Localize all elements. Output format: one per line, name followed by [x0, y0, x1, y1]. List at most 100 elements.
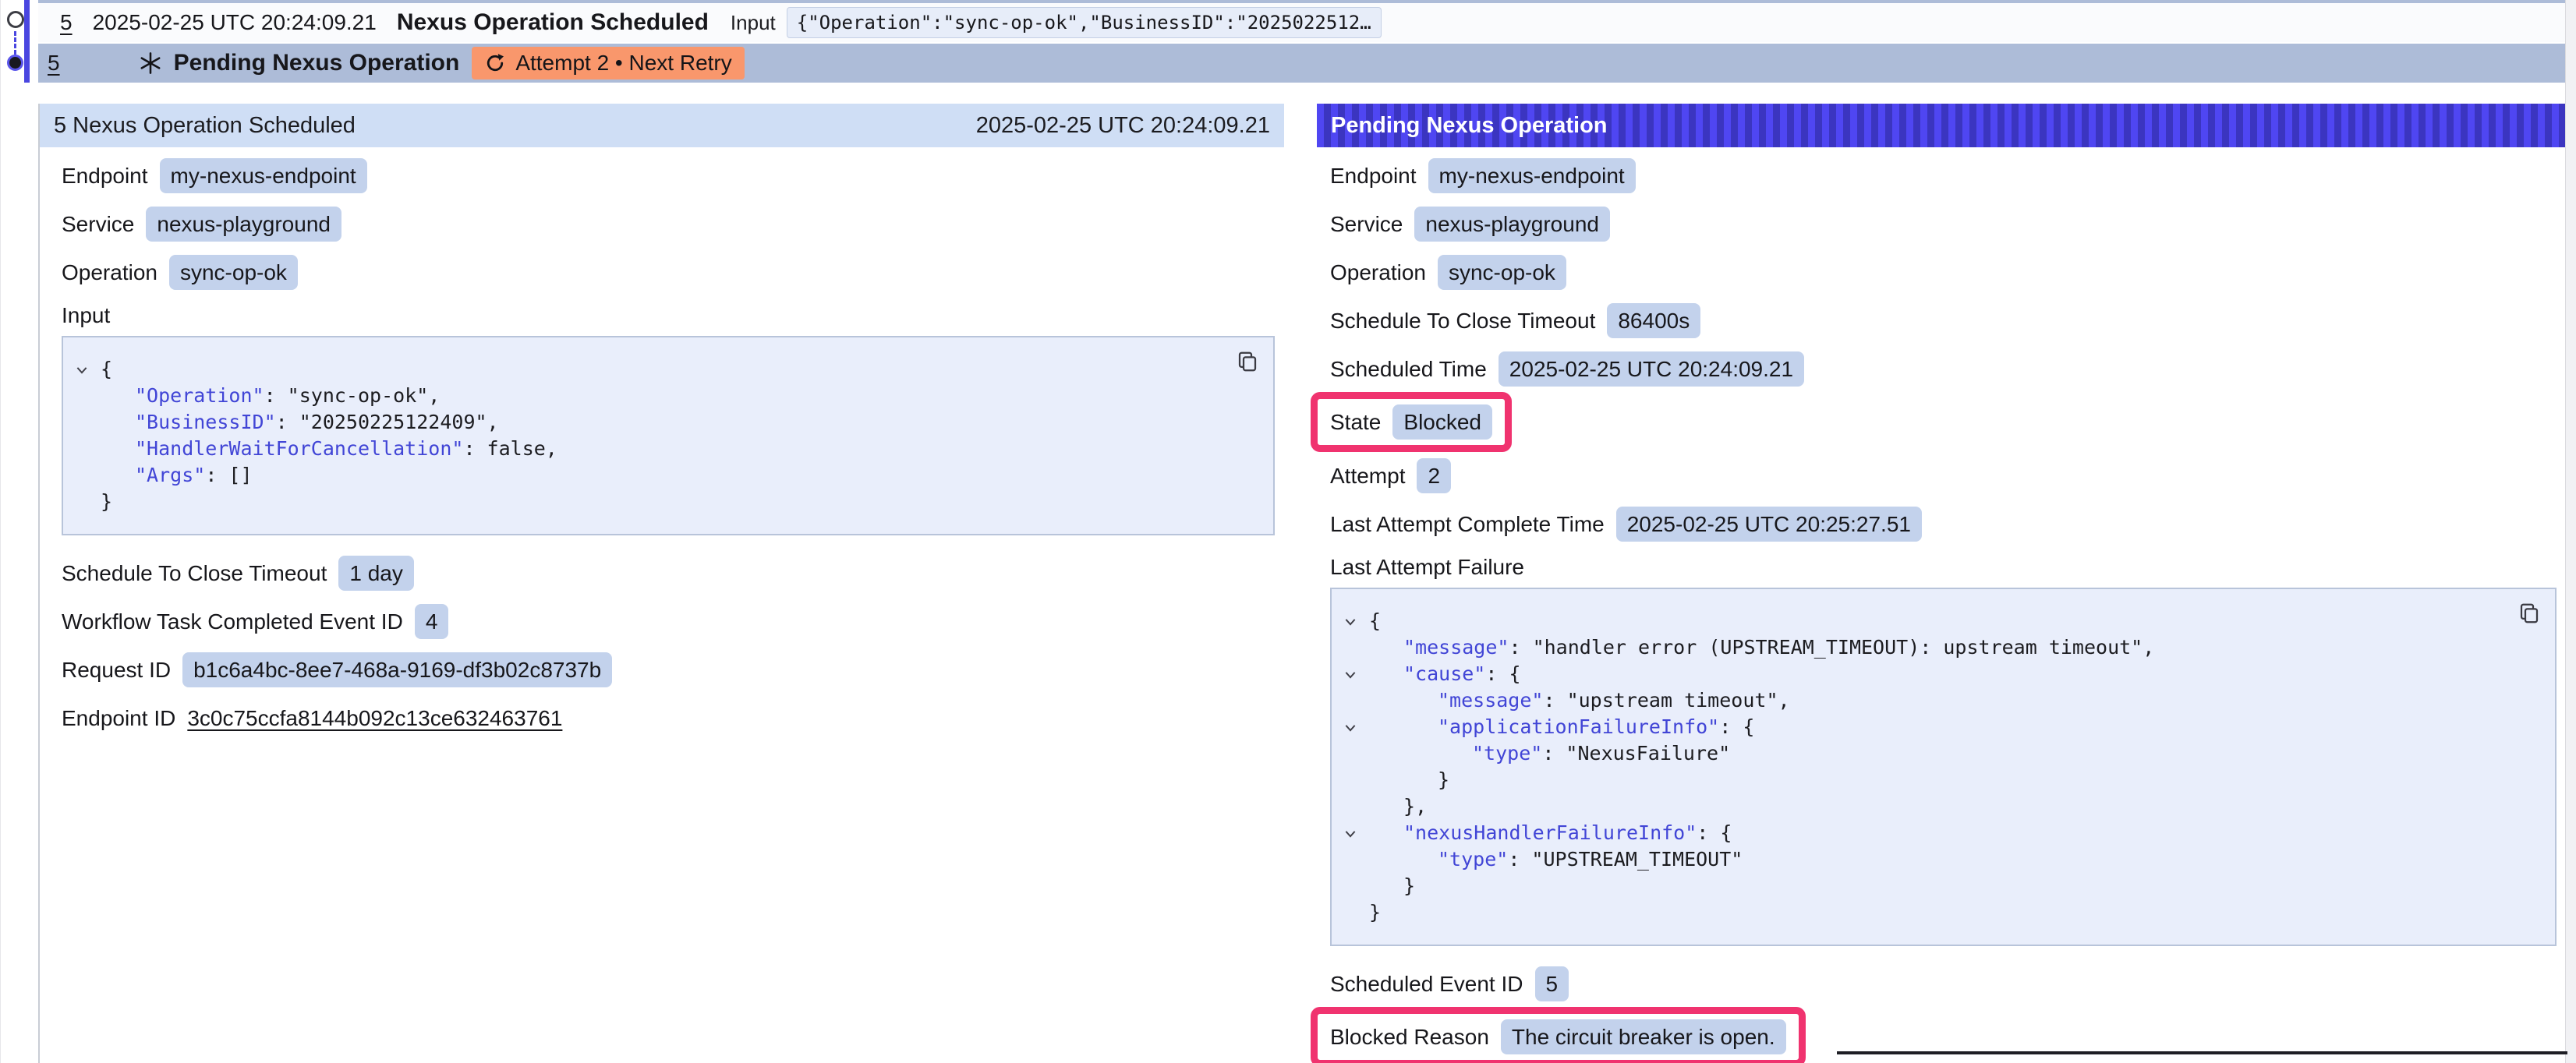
json-text: {: [101, 356, 112, 383]
field-row-endpoint: Endpointmy-nexus-endpoint: [62, 158, 1275, 193]
field-value-badge: The circuit breaker is open.: [1501, 1019, 1786, 1054]
retry-status-badge: Attempt 2 • Next Retry: [472, 47, 744, 79]
code-gutter: [1332, 767, 1369, 773]
field-row-attempt: Attempt2: [1330, 458, 2557, 493]
asterisk-icon: [138, 51, 163, 76]
field-label: Operation: [62, 260, 157, 285]
event-id-link[interactable]: 5: [60, 10, 73, 35]
field-row-workflow-task-completed-event-id: Workflow Task Completed Event ID 4: [62, 604, 1275, 639]
collapse-chevron-icon[interactable]: [1332, 714, 1369, 736]
field-label: Last Attempt Complete Time: [1330, 512, 1605, 537]
history-row-scheduled[interactable]: 5 2025-02-25 UTC 20:24:09.21 Nexus Opera…: [38, 3, 2566, 42]
json-line: "applicationFailureInfo": {: [1332, 714, 2539, 740]
json-key: "Args": [135, 462, 205, 489]
panel-title: 5 Nexus Operation Scheduled: [54, 113, 356, 139]
field-row-state: StateBlocked: [1311, 392, 1512, 452]
json-key: "message": [1438, 687, 1543, 714]
field-label: Endpoint: [62, 164, 148, 189]
field-row-operation: Operationsync-op-ok: [62, 255, 1275, 290]
json-key: "type": [1472, 740, 1542, 767]
field-row-last-attempt-complete-time: Last Attempt Complete Time2025-02-25 UTC…: [1330, 507, 2557, 542]
json-text: : "NexusFailure": [1542, 740, 1730, 767]
field-value-badge: 2025-02-25 UTC 20:24:09.21: [1499, 351, 1804, 387]
code-gutter: [1332, 740, 1369, 747]
json-text: : {: [1697, 820, 1732, 846]
field-label: Scheduled Time: [1330, 357, 1487, 382]
json-line: "BusinessID": "20250225122409",: [63, 409, 1258, 436]
json-line: }: [1332, 767, 2539, 793]
json-key: "cause": [1403, 661, 1485, 687]
field-value-badge: 86400s: [1607, 303, 1700, 338]
temporal-event-history-screen: 5 2025-02-25 UTC 20:24:09.21 Nexus Opera…: [0, 0, 2576, 1063]
field-value-badge: my-nexus-endpoint: [1428, 158, 1636, 193]
json-line: "Args": []: [63, 462, 1258, 489]
code-gutter: [1332, 873, 1369, 879]
field-label: Blocked Reason: [1330, 1025, 1489, 1050]
json-line: }: [1332, 899, 2539, 926]
json-text: : "UPSTREAM_TIMEOUT": [1508, 846, 1743, 873]
collapse-chevron-icon[interactable]: [1332, 820, 1369, 842]
field-label: Attempt: [1330, 464, 1405, 489]
field-row-service: Servicenexus-playground: [1330, 207, 2557, 242]
json-text: : "20250225122409",: [276, 409, 499, 436]
code-gutter: [1332, 634, 1369, 641]
endpoint-id-link[interactable]: 3c0c75ccfa8144b092c13ce632463761: [187, 701, 562, 736]
timeline-active-bar: [24, 0, 30, 83]
json-key: "message": [1403, 634, 1509, 661]
json-key: "type": [1438, 846, 1508, 873]
event-id-link[interactable]: 5: [48, 51, 60, 76]
field-row-service: Servicenexus-playground: [62, 207, 1275, 242]
collapse-chevron-icon[interactable]: [1332, 608, 1369, 630]
retry-icon: [484, 52, 506, 74]
json-text: }: [1369, 899, 1381, 926]
json-line: }: [1332, 873, 2539, 899]
vertical-scrollbar[interactable]: [2565, 0, 2576, 1063]
event-detail-panel-scheduled: 5 Nexus Operation Scheduled 2025-02-25 U…: [40, 104, 1284, 750]
copy-button[interactable]: [2514, 599, 2544, 628]
timeline-node-open-icon: [7, 11, 24, 28]
field-row-schedule-to-close-timeout: Schedule To Close Timeout86400s: [1330, 303, 2557, 338]
code-gutter: [1332, 899, 1369, 906]
event-detail-panel-pending: Pending Nexus Operation Endpointmy-nexus…: [1317, 104, 2567, 1063]
collapse-chevron-icon[interactable]: [1332, 661, 1369, 683]
json-line: "cause": {: [1332, 661, 2539, 687]
json-line: "Operation": "sync-op-ok",: [63, 383, 1258, 409]
field-value-badge: b1c6a4bc-8ee7-468a-9169-df3b02c8737b: [182, 652, 612, 687]
field-label: Endpoint ID: [62, 706, 175, 731]
copy-button[interactable]: [1233, 347, 1262, 376]
code-gutter: [63, 462, 101, 468]
field-label: Workflow Task Completed Event ID: [62, 609, 403, 634]
collapse-chevron-icon[interactable]: [63, 356, 101, 378]
code-gutter: [63, 409, 101, 415]
json-text: }: [101, 489, 112, 515]
panel-header-scheduled: 5 Nexus Operation Scheduled 2025-02-25 U…: [40, 104, 1284, 147]
json-text: : {: [1719, 714, 1754, 740]
json-text: }: [1403, 873, 1415, 899]
panel-title: Pending Nexus Operation: [1331, 113, 1608, 139]
field-label: Request ID: [62, 658, 171, 683]
field-value-badge: 5: [1535, 966, 1569, 1001]
field-value-badge: 4: [415, 604, 449, 639]
json-text: }: [1438, 767, 1449, 793]
field-value-badge: sync-op-ok: [1438, 255, 1566, 290]
input-json-viewer: {"Operation": "sync-op-ok","BusinessID":…: [62, 336, 1275, 535]
json-text: : "upstream timeout",: [1543, 687, 1789, 714]
failure-group-label: Last Attempt Failure: [1330, 555, 2557, 580]
json-line: "nexusHandlerFailureInfo": {: [1332, 820, 2539, 846]
field-label: Service: [1330, 212, 1403, 237]
json-key: "Operation": [135, 383, 264, 409]
json-text: },: [1403, 793, 1427, 820]
input-preview-chip: {"Operation":"sync-op-ok","BusinessID":"…: [787, 7, 1382, 38]
field-row-scheduled-event-id: Scheduled Event ID 5: [1330, 966, 2557, 1001]
field-label: Schedule To Close Timeout: [62, 561, 327, 586]
details-bottom-border: [1837, 1051, 2567, 1054]
json-line: "HandlerWaitForCancellation": false,: [63, 436, 1258, 462]
event-title: Pending Nexus Operation: [174, 50, 460, 76]
timeline-connector: [14, 31, 16, 55]
field-label: Scheduled Event ID: [1330, 972, 1523, 997]
json-key: "applicationFailureInfo": [1438, 714, 1719, 740]
json-text: : {: [1485, 661, 1520, 687]
code-gutter: [1332, 793, 1369, 800]
json-text: : "sync-op-ok",: [264, 383, 441, 409]
history-row-pending[interactable]: 5 Pending Nexus Operation Attempt 2 • Ne…: [38, 44, 2566, 83]
